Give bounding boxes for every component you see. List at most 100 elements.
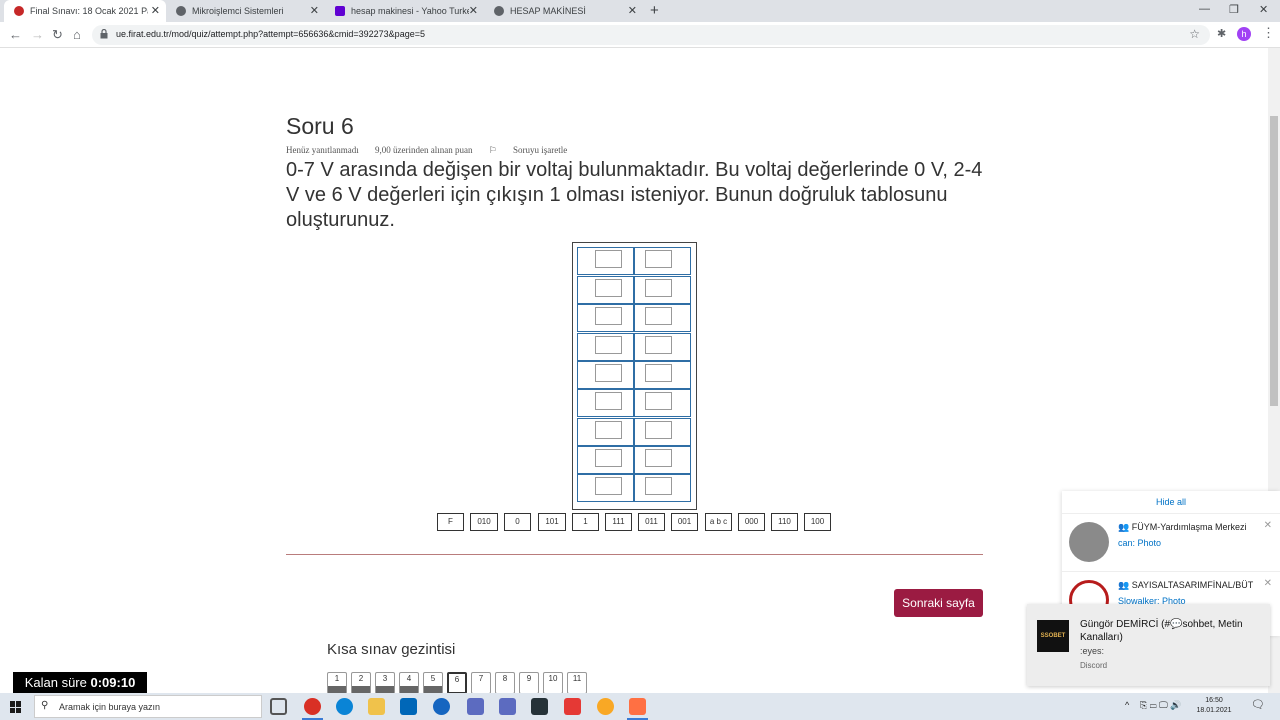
action-center-icon[interactable]: 🗨 <box>1251 698 1265 711</box>
app-icon[interactable] <box>531 698 548 715</box>
toast-message: :eyes: <box>1080 646 1105 656</box>
drop-slot[interactable] <box>645 307 672 325</box>
close-window-button[interactable]: ✕ <box>1259 3 1268 16</box>
chrome-icon[interactable] <box>302 698 323 720</box>
tray-chevron-icon[interactable]: ^ <box>1125 700 1129 710</box>
drop-slot[interactable] <box>645 392 672 410</box>
drag-item[interactable]: 111 <box>605 513 632 531</box>
scrollbar-thumb[interactable] <box>1270 116 1278 406</box>
drag-item[interactable]: 1 <box>572 513 599 531</box>
next-page-button[interactable]: Sonraki sayfa <box>894 589 983 617</box>
edge-icon[interactable] <box>336 698 353 715</box>
drop-slot[interactable] <box>595 421 622 439</box>
mail-icon[interactable] <box>400 698 417 715</box>
nav-number: 10 <box>548 674 558 683</box>
drag-item[interactable]: 010 <box>470 513 498 531</box>
tab-hesap-makinesi[interactable]: HESAP MAKİNESİ ✕ <box>484 0 643 22</box>
tray-icons[interactable]: ⎘ ▭ 🖵 🔊 <box>1140 700 1181 711</box>
drop-slot[interactable] <box>645 250 672 268</box>
table-cell <box>634 361 691 389</box>
new-tab-button[interactable]: + <box>650 2 659 19</box>
drop-slot[interactable] <box>595 250 622 268</box>
close-tab-icon[interactable]: ✕ <box>151 4 160 17</box>
drag-item[interactable]: 011 <box>638 513 665 531</box>
drop-slot[interactable] <box>645 449 672 467</box>
nav-question-3[interactable]: 3 <box>375 672 395 694</box>
clock-date: 18.01.2021 <box>1196 707 1232 714</box>
app-icon[interactable] <box>467 698 484 715</box>
drag-item[interactable]: 001 <box>671 513 698 531</box>
profile-avatar[interactable]: h <box>1237 27 1251 41</box>
close-icon[interactable]: ✕ <box>1264 578 1272 589</box>
close-tab-icon[interactable]: ✕ <box>628 4 637 17</box>
nav-status-bar <box>400 686 418 693</box>
taskbar-clock[interactable]: 16:50 18.01.2021 <box>1196 696 1232 716</box>
drag-item[interactable]: a b c <box>705 513 732 531</box>
search-icon: ⚲ <box>41 700 49 711</box>
drag-item[interactable]: 101 <box>538 513 566 531</box>
windows-start-icon[interactable] <box>10 701 22 713</box>
drop-slot[interactable] <box>595 307 622 325</box>
bookmark-star-icon[interactable]: ☆ <box>1189 27 1200 41</box>
drag-item[interactable]: 100 <box>804 513 831 531</box>
home-button[interactable]: ⌂ <box>73 27 81 42</box>
drop-slot[interactable] <box>645 477 672 495</box>
notification-item[interactable]: 👥 FÜYM-Yardımlaşma Merkezi can: Photo ✕ <box>1062 513 1280 567</box>
task-view-icon[interactable] <box>270 698 287 715</box>
nav-question-7[interactable]: 7 <box>471 672 491 694</box>
close-tab-icon[interactable]: ✕ <box>469 4 478 17</box>
app-icon[interactable] <box>433 698 450 715</box>
flag-question-link[interactable]: ⚐ Soruyu işaretle <box>489 145 582 155</box>
drop-slot[interactable] <box>595 449 622 467</box>
nav-question-10[interactable]: 10 <box>543 672 563 694</box>
drag-item[interactable]: 000 <box>738 513 765 531</box>
app-icon[interactable] <box>627 698 648 720</box>
drop-slot[interactable] <box>595 279 622 297</box>
drop-slot[interactable] <box>645 336 672 354</box>
discord-toast[interactable]: SSOBET Güngör DEMİRCİ (#💬sohbet, Metin K… <box>1027 604 1270 686</box>
url-bar[interactable]: ue.firat.edu.tr/mod/quiz/attempt.php?att… <box>92 25 1210 45</box>
nav-question-5[interactable]: 5 <box>423 672 443 694</box>
drag-item[interactable]: 0 <box>504 513 531 531</box>
file-explorer-icon[interactable] <box>368 698 385 715</box>
nav-question-2[interactable]: 2 <box>351 672 371 694</box>
minimize-button[interactable]: — <box>1199 3 1210 15</box>
drop-slot[interactable] <box>595 477 622 495</box>
tab-final-sinavi[interactable]: Final Sınavı: 18 Ocak 2021 Pazart ✕ <box>4 0 166 22</box>
app-icon[interactable] <box>499 698 516 715</box>
app-icon[interactable] <box>597 698 614 715</box>
drop-slot[interactable] <box>595 364 622 382</box>
drop-slot[interactable] <box>595 392 622 410</box>
table-cell <box>577 333 634 361</box>
nav-question-11[interactable]: 11 <box>567 672 587 694</box>
nav-number: 6 <box>454 675 460 684</box>
drop-slot[interactable] <box>595 336 622 354</box>
notification-title: 👥 FÜYM-Yardımlaşma Merkezi <box>1118 522 1247 532</box>
nav-question-9[interactable]: 9 <box>519 672 539 694</box>
nav-status-bar <box>328 686 346 693</box>
tab-mikroislemci[interactable]: Mikroişlemci Sistemleri ✕ <box>166 0 325 22</box>
nav-question-8[interactable]: 8 <box>495 672 515 694</box>
browser-menu-icon[interactable]: ⋮ <box>1262 25 1275 41</box>
table-row <box>577 276 692 304</box>
drop-slot[interactable] <box>645 421 672 439</box>
reload-button[interactable]: ↻ <box>52 27 63 43</box>
drop-slot[interactable] <box>645 279 672 297</box>
taskbar-search[interactable]: ⚲ Aramak için buraya yazın <box>34 695 262 718</box>
notification-subtitle: can: Photo <box>1118 538 1162 548</box>
close-icon[interactable]: ✕ <box>1264 520 1272 531</box>
app-icon[interactable] <box>564 698 581 715</box>
close-tab-icon[interactable]: ✕ <box>310 4 319 17</box>
nav-question-4[interactable]: 4 <box>399 672 419 694</box>
tab-yahoo[interactable]: hesap makinesi - Yahoo Turkey Ar ✕ <box>325 0 484 22</box>
extensions-icon[interactable]: ✱ <box>1217 27 1226 40</box>
nav-question-1[interactable]: 1 <box>327 672 347 694</box>
hide-all-link[interactable]: Hide all <box>1062 497 1280 507</box>
drag-item[interactable]: F <box>437 513 464 531</box>
forward-button[interactable]: → <box>31 27 44 42</box>
drop-slot[interactable] <box>645 364 672 382</box>
back-button[interactable]: ← <box>9 27 22 42</box>
nav-question-6[interactable]: 6 <box>447 672 467 694</box>
restore-button[interactable]: ❐ <box>1229 3 1239 16</box>
drag-item[interactable]: 110 <box>771 513 798 531</box>
